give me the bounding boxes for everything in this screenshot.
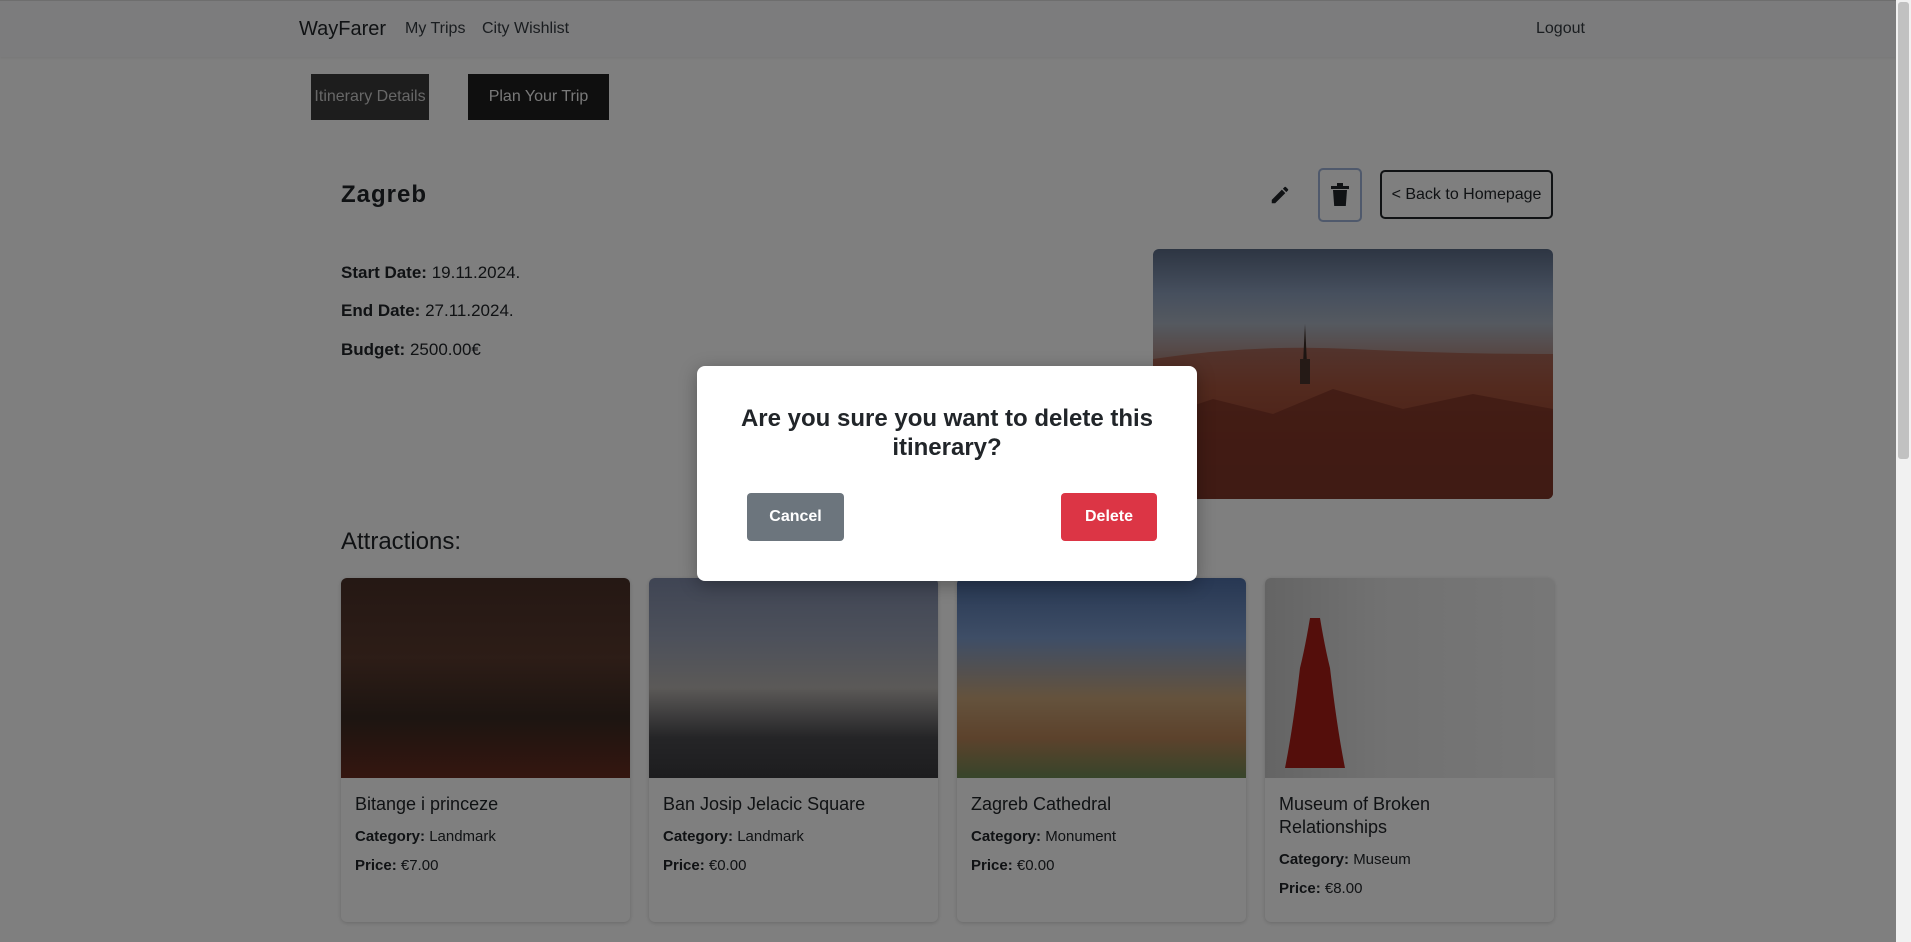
scrollbar[interactable] <box>1896 0 1911 942</box>
delete-confirm-dialog: Are you sure you want to delete this iti… <box>697 366 1197 581</box>
page: WayFarer My Trips City Wishlist Logout I… <box>0 0 1896 942</box>
scrollbar-thumb[interactable] <box>1898 2 1909 459</box>
cancel-button[interactable]: Cancel <box>747 493 844 541</box>
dialog-message: Are you sure you want to delete this iti… <box>740 405 1154 461</box>
confirm-delete-button[interactable]: Delete <box>1061 493 1157 541</box>
